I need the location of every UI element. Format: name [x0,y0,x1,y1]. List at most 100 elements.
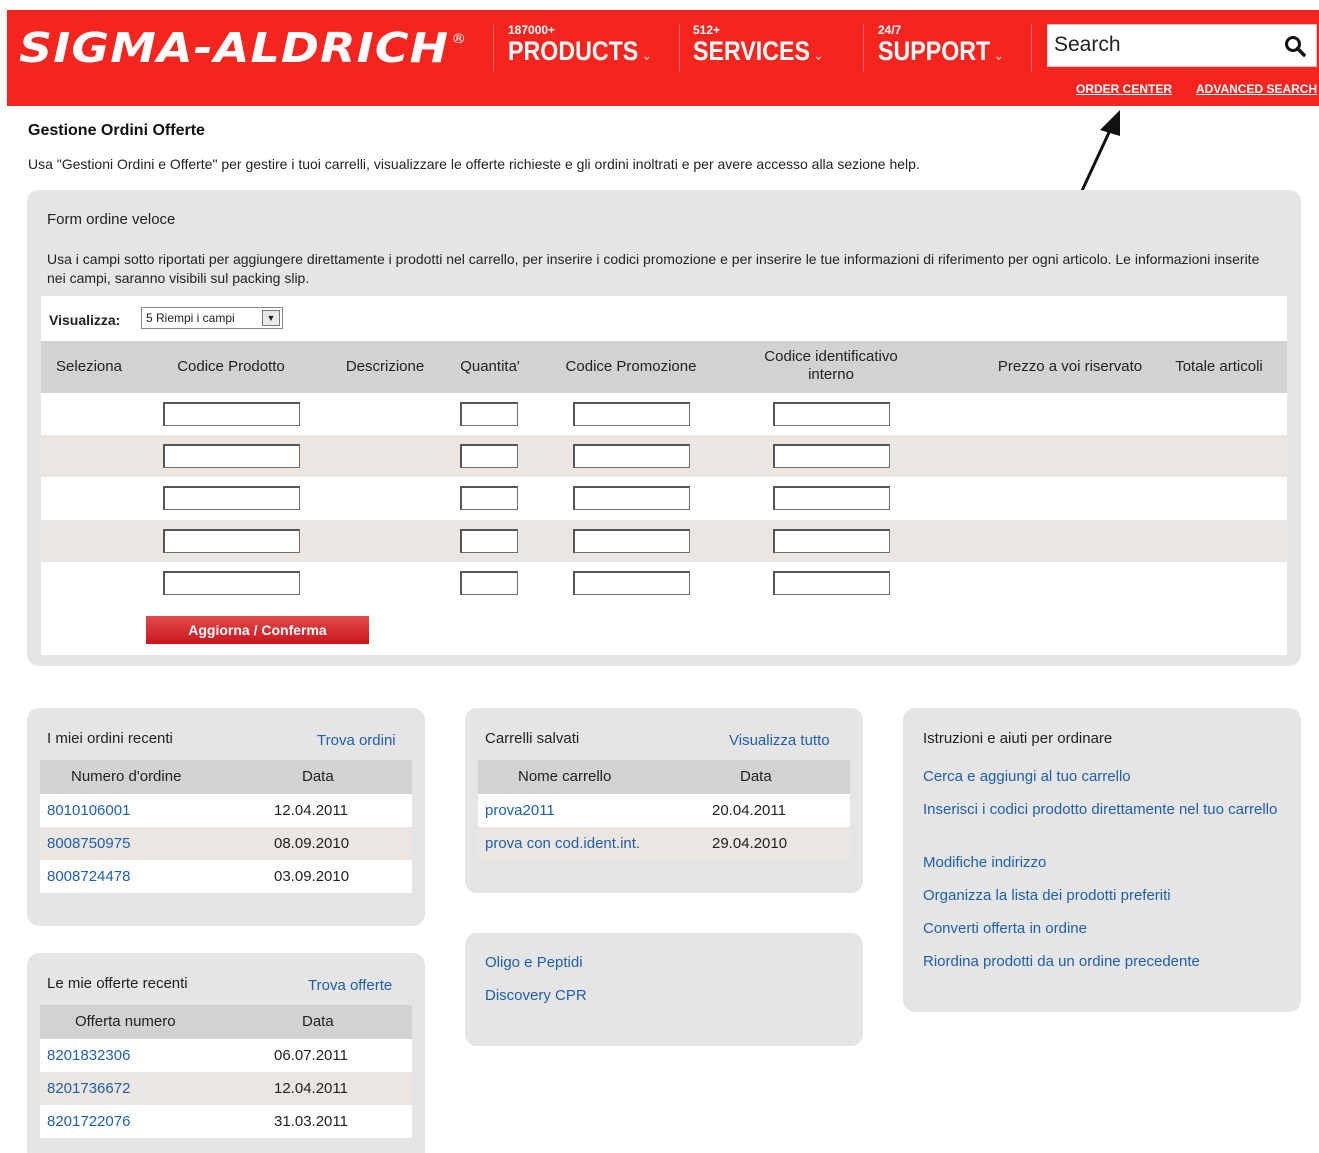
search-icon[interactable] [1284,35,1306,57]
col-header-quantita: Quantita' [460,358,520,375]
order-number-link[interactable]: 8010106001 [47,802,130,819]
quick-order-table-header: Seleziona Codice Prodotto Descrizione Qu… [41,341,1287,393]
codice-promozione-input[interactable] [573,444,690,468]
quantita-input[interactable] [460,529,518,553]
nav-separator [863,24,864,72]
nav-separator [1031,24,1032,72]
advanced-search-link[interactable]: ADVANCED SEARCH [1196,82,1317,96]
recent-quotes-header: Offerta numero Data [40,1005,412,1039]
quick-order-form: Visualizza: 5 Riempi i campi ▼ Seleziona… [41,296,1287,655]
quantita-input[interactable] [460,571,518,595]
table-row: 8008724478 03.09.2010 [40,860,412,893]
search-input[interactable] [1054,31,1274,59]
codice-interno-input[interactable] [773,486,890,510]
quantita-input[interactable] [460,486,518,510]
search-box [1047,24,1317,67]
view-select[interactable]: 5 Riempi i campi ▼ [141,307,283,329]
view-all-carts-link[interactable]: Visualizza tutto [729,732,830,749]
sigma-aldrich-logo[interactable]: SIGMA-ALDRICH ® [19,24,467,72]
col-header-date: Data [302,1013,334,1030]
recent-quotes-panel: Le mie offerte recenti Trova offerte Off… [27,953,425,1153]
col-header-totale: Totale articoli [1175,358,1263,375]
col-header-date: Data [740,768,772,785]
nav-products[interactable]: 187000+ PRODUCTS ⌄ [508,24,675,69]
codice-prodotto-input[interactable] [163,444,300,468]
saved-carts-header: Nome carrello Data [478,760,850,794]
help-panel: Istruzioni e aiuti per ordinare Cerca e … [903,708,1301,1012]
aggiorna-conferma-button[interactable]: Aggiorna / Conferma [146,616,369,644]
col-header-date: Data [302,768,334,785]
codice-interno-input[interactable] [773,571,890,595]
codice-interno-input[interactable] [773,444,890,468]
other-links-panel: Oligo e Peptidi Discovery CPR [465,933,863,1046]
help-link-insert-codes[interactable]: Inserisci i codici prodotto direttamente… [923,800,1283,820]
table-row: 8010106001 12.04.2011 [40,794,412,827]
recent-orders-title: I miei ordini recenti [47,730,173,747]
quantita-input[interactable] [460,444,518,468]
col-header-quote-number: Offerta numero [75,1013,176,1030]
cart-date: 20.04.2011 [712,802,786,819]
cart-date: 29.04.2010 [712,835,788,852]
col-header-codice-prodotto: Codice Prodotto [177,358,285,375]
quick-order-form-panel: Form ordine veloce Usa i campi sotto rip… [27,190,1301,666]
nav-services[interactable]: 512+ SERVICES ⌄ [693,24,845,69]
col-header-codice-interno: Codice identificativo interno [764,348,898,383]
table-row [41,435,1287,477]
order-date: 12.04.2011 [274,802,348,819]
order-date: 03.09.2010 [274,868,350,885]
view-select-value: 5 Riempi i campi [146,311,235,325]
cart-name-link[interactable]: prova2011 [485,802,555,819]
nav-products-label: PRODUCTS [508,36,639,66]
help-link-search-add[interactable]: Cerca e aggiungi al tuo carrello [923,767,1131,787]
quick-order-description: Usa i campi sotto riportati per aggiunge… [47,251,1260,286]
saved-carts-panel: Carrelli salvati Visualizza tutto Nome c… [465,708,863,893]
oligo-peptidi-link[interactable]: Oligo e Peptidi [485,953,583,973]
codice-interno-input[interactable] [773,402,890,426]
codice-interno-input[interactable] [773,529,890,553]
order-center-link[interactable]: ORDER CENTER [1076,82,1172,96]
table-row [41,562,1287,604]
table-row [41,520,1287,562]
order-date: 08.09.2010 [274,835,350,852]
help-link-address[interactable]: Modifiche indirizzo [923,853,1046,873]
table-row: prova2011 20.04.2011 [478,794,850,827]
help-link-favorites[interactable]: Organizza la lista dei prodotti preferit… [923,886,1171,906]
quick-order-title: Form ordine veloce [47,211,176,228]
codice-promozione-input[interactable] [573,402,690,426]
table-row: 8201736672 12.04.2011 [40,1072,412,1105]
codice-promozione-input[interactable] [573,571,690,595]
chevron-down-icon: ⌄ [641,47,652,63]
page-title: Gestione Ordini Offerte [28,122,205,139]
quote-date: 06.07.2011 [274,1047,348,1064]
dropdown-arrow-icon[interactable]: ▼ [262,310,280,326]
nav-support[interactable]: 24/7 SUPPORT ⌄ [878,24,1024,69]
quantita-input[interactable] [460,402,518,426]
order-number-link[interactable]: 8008724478 [47,868,130,885]
codice-prodotto-input[interactable] [163,529,300,553]
col-header-seleziona: Seleziona [56,358,122,375]
quote-number-link[interactable]: 8201722076 [47,1113,130,1130]
help-link-convert-quote[interactable]: Converti offerta in ordine [923,919,1087,939]
discovery-cpr-link[interactable]: Discovery CPR [485,986,587,1006]
col-header-prezzo: Prezzo a voi riservato [997,358,1143,375]
find-quotes-link[interactable]: Trova offerte [308,977,392,994]
quote-number-link[interactable]: 8201736672 [47,1080,130,1097]
chevron-down-icon: ⌄ [993,47,1004,63]
order-number-link[interactable]: 8008750975 [47,835,130,852]
codice-promozione-input[interactable] [573,486,690,510]
codice-prodotto-input[interactable] [163,571,300,595]
find-orders-link[interactable]: Trova ordini [317,732,396,749]
table-row: 8008750975 08.09.2010 [40,827,412,860]
top-header-bar: SIGMA-ALDRICH ® 187000+ PRODUCTS ⌄ 512+ SE… [7,10,1319,106]
quote-number-link[interactable]: 8201832306 [47,1047,130,1064]
col-header-order-number: Numero d'ordine [71,768,182,785]
recent-orders-panel: I miei ordini recenti Trova ordini Numer… [27,708,425,926]
quote-date: 31.03.2011 [274,1113,348,1130]
codice-prodotto-input[interactable] [163,486,300,510]
nav-separator [679,24,680,72]
codice-prodotto-input[interactable] [163,402,300,426]
help-link-reorder[interactable]: Riordina prodotti da un ordine precedent… [923,952,1200,972]
table-row: 8201722076 31.03.2011 [40,1105,412,1138]
cart-name-link[interactable]: prova con cod.ident.int. [485,835,640,852]
codice-promozione-input[interactable] [573,529,690,553]
